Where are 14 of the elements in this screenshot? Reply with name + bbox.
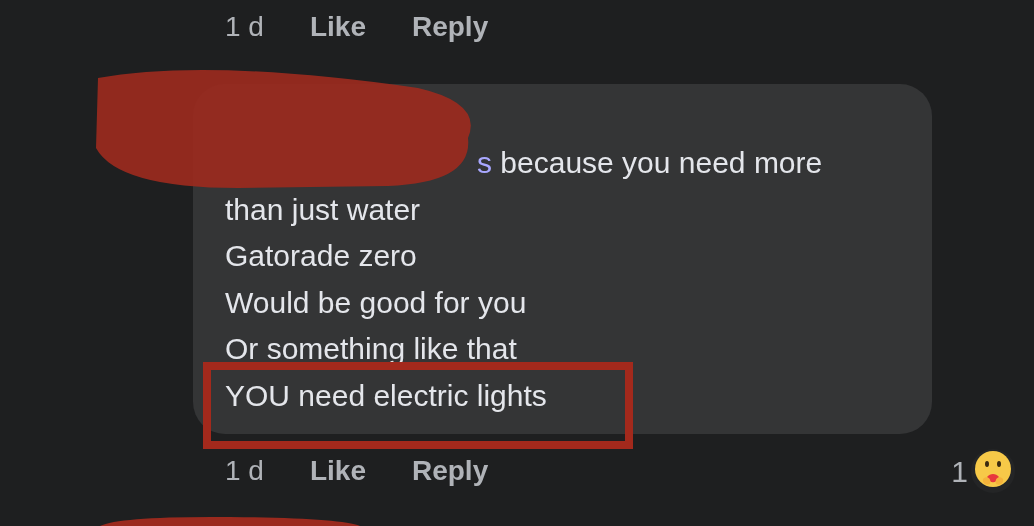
- care-reaction-icon: [970, 448, 1016, 494]
- like-link[interactable]: Like: [309, 6, 366, 48]
- reaction-count: 1: [951, 453, 968, 490]
- comment-line: Would be good for you: [225, 285, 527, 319]
- like-link[interactable]: Like: [309, 450, 366, 492]
- time-ago: 1 d: [225, 454, 264, 488]
- comment-line: YOU need electric lights: [225, 378, 547, 412]
- reply-link[interactable]: Reply: [411, 450, 489, 492]
- comment-line: than just water: [225, 192, 421, 226]
- comment-line: Or something like that: [225, 332, 517, 365]
- reply-link[interactable]: Reply: [411, 6, 489, 48]
- comment-line: s because you need more: [476, 146, 823, 179]
- comment-line: Gatorade zero: [225, 239, 417, 272]
- time-ago: 1 d: [225, 10, 264, 44]
